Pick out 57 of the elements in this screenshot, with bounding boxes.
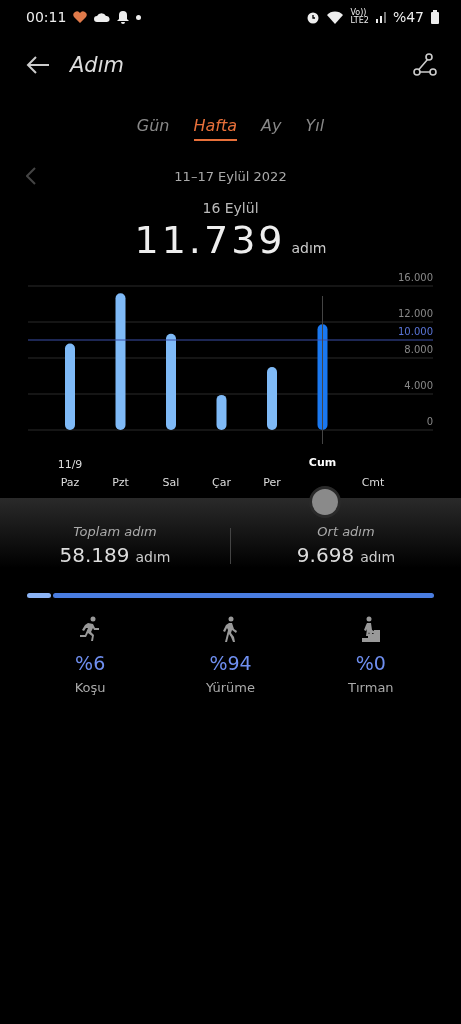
day-label[interactable]: Paz: [60, 476, 80, 489]
y-tick-label: 8.000: [404, 344, 433, 355]
y-tick-label: 4.000: [404, 380, 433, 391]
y-tick-label: 12.000: [398, 308, 433, 319]
selected-date: 16 Eylül: [202, 200, 259, 216]
stat-label: Toplam adım: [73, 524, 157, 539]
alarm-icon: [306, 10, 321, 24]
wifi-icon: [327, 10, 344, 24]
y-tick-label: 16.000: [398, 272, 433, 283]
clock: 00:11: [26, 10, 67, 24]
day-label[interactable]: Sal: [162, 476, 180, 489]
period-tab[interactable]: Ay: [261, 111, 282, 141]
step-bar[interactable]: [267, 367, 277, 430]
page-title: Adım: [70, 53, 124, 77]
step-bar[interactable]: [216, 394, 227, 430]
chevron-left-icon: [26, 167, 36, 185]
bell-icon: [117, 10, 130, 24]
day-label[interactable]: Cum: [308, 456, 337, 469]
step-bar[interactable]: [317, 324, 328, 430]
day-label[interactable]: Cmt: [361, 476, 385, 489]
y-tick-label: 0: [426, 416, 433, 427]
y-tick-label: 10.000: [398, 326, 433, 337]
stat-unit: adım: [360, 549, 396, 565]
activity-label: Koşu: [74, 680, 106, 695]
period-tab[interactable]: Yıl: [305, 111, 325, 141]
step-bar[interactable]: [65, 343, 75, 430]
cloud-icon: [94, 12, 111, 22]
volte-label: Vo)): [350, 9, 367, 17]
activity-percent: %94: [209, 652, 252, 674]
stat-value: 9.698: [296, 543, 355, 567]
period-tab[interactable]: Gün: [136, 111, 170, 141]
stat-value: 58.189: [59, 543, 130, 567]
step-bar[interactable]: [115, 293, 126, 430]
slider-knob[interactable]: [309, 486, 341, 518]
start-date-label: 11/9: [57, 458, 83, 471]
step-unit: adım: [291, 240, 327, 256]
step-bar[interactable]: [166, 333, 176, 430]
period-label: 11–17 Eylül 2022: [174, 168, 287, 184]
period-tab[interactable]: Hafta: [193, 111, 238, 141]
back-button[interactable]: [26, 55, 50, 75]
day-label[interactable]: Pzt: [112, 476, 129, 489]
network-label: LTE2: [350, 17, 369, 25]
stat-unit: adım: [135, 549, 171, 565]
day-label[interactable]: Çar: [212, 476, 231, 489]
battery-icon: [431, 10, 439, 24]
step-count: 11.739: [134, 218, 286, 262]
day-label[interactable]: Per: [263, 476, 281, 489]
share-button[interactable]: [413, 53, 437, 77]
signal-icon: [375, 11, 386, 23]
activity-percent: %0: [355, 652, 386, 674]
activity-percent: %6: [75, 652, 106, 674]
activity-label: Yürüme: [206, 680, 255, 695]
heart-icon: [73, 11, 88, 23]
activity-label: Tırman: [348, 680, 394, 695]
dot-icon: [136, 14, 142, 20]
battery-percent: %47: [392, 10, 424, 24]
stat-label: Ort adım: [317, 524, 375, 539]
